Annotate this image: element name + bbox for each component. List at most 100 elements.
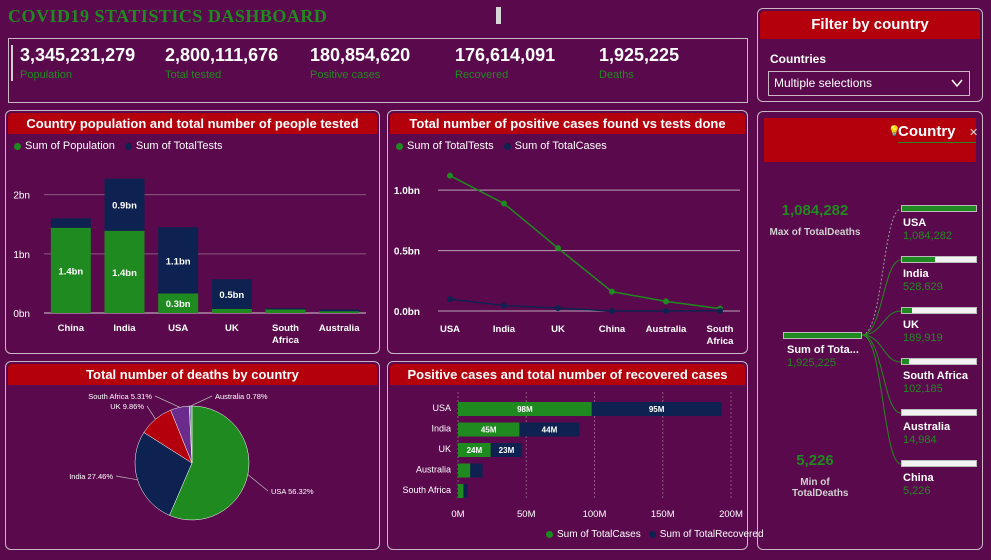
data-label: 0.3bn: [166, 299, 191, 310]
y-tick-label: India: [431, 424, 451, 434]
deaths-pie-chart-panel: Total number of deaths by country USA 56…: [5, 361, 380, 550]
legend-label: Sum of TotalCases: [557, 529, 641, 540]
pie-leader-line: [154, 395, 180, 408]
data-point: [555, 305, 561, 312]
kpi-deaths: 1,925,225 Deaths: [599, 45, 679, 81]
x-tick-label: Africa: [707, 336, 735, 347]
filter-title: Filter by country: [760, 11, 980, 39]
chevron-down-icon: [951, 79, 963, 88]
decomposition-tree-panel: 💡 Country ✕ 1,084,282 Max of TotalDeaths…: [757, 111, 983, 550]
bar-australia-1: [470, 463, 483, 478]
y-tick-label: USA: [432, 403, 451, 413]
data-label: 0.5bn: [219, 290, 244, 301]
y-tick-label: 0.5bn: [394, 247, 420, 258]
pie-label: Australia 0.78%: [215, 392, 268, 401]
cases-vs-tests-chart: 0.0bn 0.5bn 1.0bn USA India UK China Australia S…: [394, 172, 740, 347]
chart-legend: Sum of TotalCases Sum of TotalRecovered: [546, 529, 764, 540]
x-tick-label: 150M: [651, 509, 675, 520]
y-tick-label: 1bn: [13, 250, 30, 261]
x-tick-label: Australia: [646, 324, 687, 335]
x-tick-label: China: [599, 324, 626, 335]
series-line-1: [449, 298, 721, 312]
tree-connector: [861, 334, 902, 465]
tree-node-bar[interactable]: [901, 358, 977, 365]
x-tick-label: India: [113, 323, 136, 334]
kpi-value: 3,345,231,279: [20, 45, 136, 65]
data-point: [663, 307, 669, 314]
y-tick-label: South Africa: [402, 485, 451, 495]
data-label: 1.4bn: [112, 268, 137, 279]
y-tick-label: Australia: [416, 465, 451, 475]
tree-node-value: 189,919: [903, 332, 943, 344]
tree-node-value: 5,226: [903, 485, 931, 497]
x-tick-label: Africa: [272, 335, 300, 346]
y-tick-label: 2bn: [13, 191, 30, 202]
tree-node-name: China: [903, 472, 934, 484]
data-label: 98M: [517, 405, 533, 414]
x-tick-label: China: [58, 323, 85, 334]
tree-node-bar-fill: [902, 257, 935, 262]
kpi-value: 2,800,111,676: [165, 45, 279, 65]
tree-node-bar[interactable]: [901, 460, 977, 467]
bar-south-africa-1: [463, 484, 468, 498]
tree-node-bar[interactable]: [901, 409, 977, 416]
tree-node-bar[interactable]: [901, 307, 977, 314]
pie-label: India 27.46%: [69, 472, 113, 481]
pie-label: UK 9.86%: [110, 402, 144, 411]
tree-connector: [861, 310, 902, 336]
pie-leader-line: [247, 474, 269, 492]
bar-australia-1: [319, 309, 360, 312]
data-point: [555, 245, 561, 252]
kpi-label: Recovered: [455, 69, 509, 81]
tree-node-bar[interactable]: [901, 205, 977, 212]
bar-south-africa-0: [458, 484, 464, 498]
root-node-bar[interactable]: [783, 332, 862, 339]
series-line-0: [449, 174, 721, 310]
pie-label: South Africa 5.31%: [88, 392, 152, 401]
kpi-accent-bar: [11, 45, 13, 81]
page-title: COVID19 STATISTICS DASHBOARD: [8, 6, 328, 26]
kpi-value: 180,854,620: [310, 45, 411, 65]
tree-node-bar-fill: [902, 206, 976, 211]
kpi-label: Population: [20, 69, 72, 81]
root-node-name: Sum of Tota...: [787, 344, 859, 356]
tree-node-value: 528,629: [903, 281, 943, 293]
population-tests-chart: 0bn 1bn 2bn China India USA UK SouthAfrica Austr…: [13, 178, 366, 346]
x-tick-label: South: [707, 324, 734, 335]
data-point: [501, 200, 507, 207]
data-label: 1.1bn: [166, 256, 191, 267]
bar-uk-0: [211, 308, 252, 313]
deaths-pie-chart: USA 56.32% India 27.46% UK 9.86%South Afri…: [69, 392, 314, 521]
data-label: 24M: [467, 446, 483, 455]
tree-node-value: 1,084,282: [903, 230, 952, 242]
data-label: 45M: [481, 426, 497, 435]
y-tick-label: 0bn: [13, 309, 30, 320]
legend-dot: [546, 531, 553, 538]
x-tick-label: UK: [225, 323, 239, 334]
data-point: [501, 302, 507, 309]
kpi-card: 3,345,231,279 Population 2,800,111,676 T…: [8, 38, 748, 103]
tree-node-name: USA: [903, 217, 927, 229]
kpi-value: 176,614,091: [455, 45, 556, 65]
data-point: [447, 172, 453, 179]
tree-node-bar[interactable]: [901, 256, 977, 263]
bar-south-africa-1: [265, 308, 306, 310]
tree-node-name: Australia: [903, 421, 951, 433]
kpi-total-tested: 2,800,111,676 Total tested: [165, 45, 278, 81]
data-point: [717, 307, 723, 314]
x-tick-label: USA: [440, 324, 460, 335]
kpi-label: Total tested: [165, 69, 222, 81]
cases-vs-tests-chart-panel: Total number of positive cases found vs …: [387, 110, 748, 354]
country-dropdown[interactable]: Multiple selections: [768, 71, 970, 96]
data-point: [609, 288, 615, 295]
pie-leader-line: [146, 405, 156, 420]
pie-label: USA 56.32%: [271, 487, 314, 496]
population-tests-chart-panel: Country population and total number of p…: [5, 110, 380, 354]
bar-australia-0: [458, 463, 471, 478]
kpi-recovered: 176,614,091 Recovered: [455, 45, 555, 81]
cases-recovered-chart: 0M 50M 100M 150M 200M USA India UK Australia Sout…: [402, 392, 743, 520]
scroll-marker: [496, 7, 501, 24]
x-tick-label: UK: [551, 324, 565, 335]
x-tick-label: USA: [168, 323, 188, 334]
x-tick-label: 100M: [583, 509, 607, 520]
